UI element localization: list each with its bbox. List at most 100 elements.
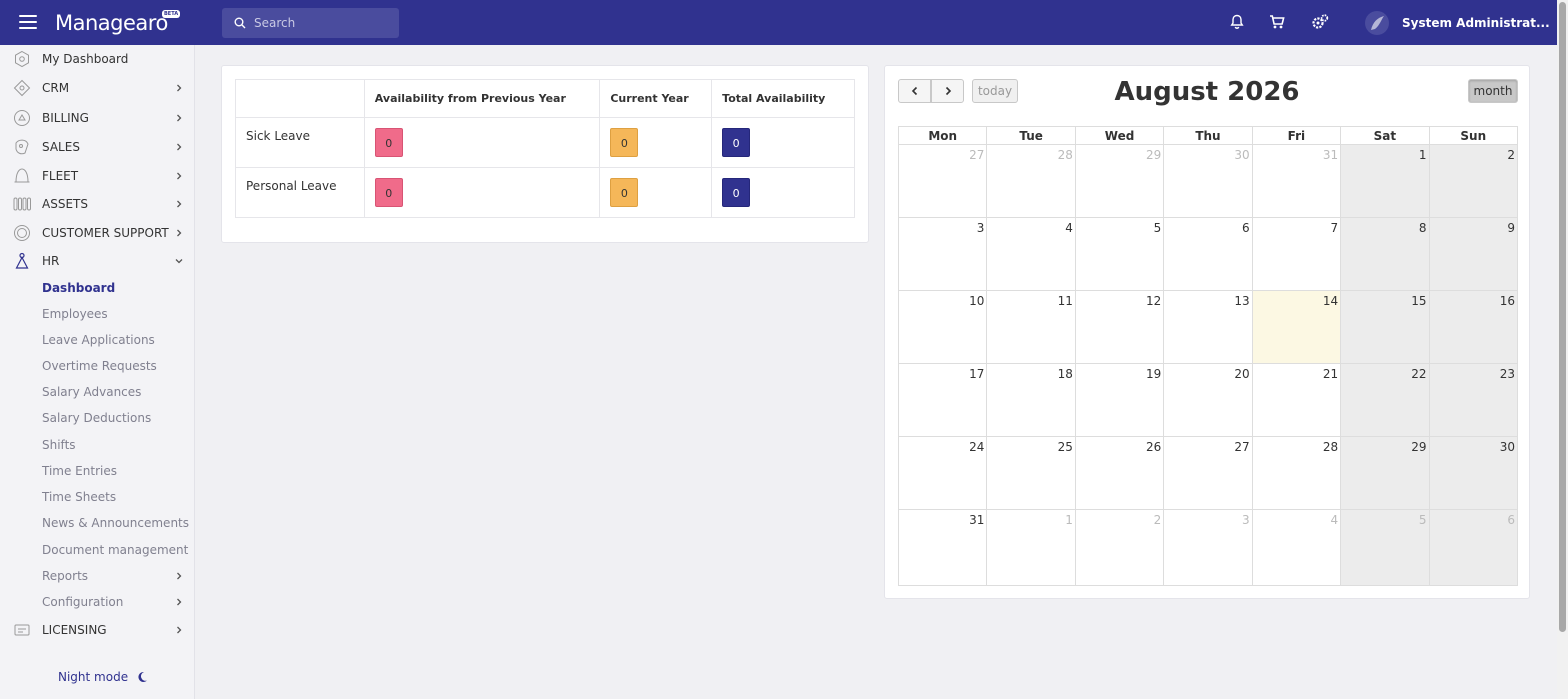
calendar-day-cell[interactable]: 1 <box>986 509 1076 586</box>
calendar-day-cell[interactable]: 28 <box>986 144 1076 218</box>
calendar-day-cell[interactable]: 21 <box>1251 363 1342 437</box>
calendar-day-cell[interactable]: 6 <box>1428 509 1519 586</box>
sidebar-subitem-time-entries[interactable]: Time Entries <box>0 458 195 484</box>
calendar-day-cell[interactable]: 17 <box>897 363 988 437</box>
prev-month-button[interactable] <box>898 79 931 103</box>
sidebar-subitem-news-announcements[interactable]: News & Announcements <box>0 510 195 536</box>
calendar-day-cell[interactable]: 28 <box>1251 436 1342 510</box>
weekday-header-row: Mon Tue Wed Thu Fri Sat Sun <box>897 126 1519 145</box>
calendar-day-cell[interactable]: 8 <box>1340 217 1430 291</box>
calendar-day-cell[interactable]: 2 <box>1428 144 1519 218</box>
calendar-day-cell[interactable]: 18 <box>986 363 1076 437</box>
sidebar-item-crm[interactable]: CRM <box>0 75 195 101</box>
calendar-day-cell[interactable]: 5 <box>1340 509 1430 586</box>
sidebar-item-label: LICENSING <box>42 623 107 637</box>
calendar-day-cell[interactable]: 9 <box>1428 217 1519 291</box>
calendar-day-cell[interactable]: 27 <box>897 144 988 218</box>
leave-availability-table: Availability from Previous Year Current … <box>235 79 855 218</box>
calendar-day-cell[interactable]: 11 <box>986 290 1076 364</box>
username: System Administrat... <box>1402 16 1550 30</box>
calendar-day-cell[interactable]: 4 <box>986 217 1076 291</box>
table-cell: 0 <box>711 167 855 218</box>
scrollbar-thumb[interactable] <box>1559 2 1566 632</box>
sidebar-subitem-label: Leave Applications <box>42 333 155 347</box>
crm-icon <box>13 79 31 97</box>
settings-icon[interactable] <box>1311 13 1329 31</box>
calendar-day-cell[interactable]: 1 <box>1340 144 1430 218</box>
calendar-day-cell[interactable]: 3 <box>897 217 988 291</box>
calendar-day-cell[interactable]: 13 <box>1163 290 1253 364</box>
sidebar-subitem-configuration[interactable]: Configuration <box>0 589 195 615</box>
sidebar-subitem-employees[interactable]: Employees <box>0 301 195 327</box>
sidebar-item-billing[interactable]: BILLING <box>0 105 195 131</box>
calendar-day-cell[interactable]: 6 <box>1163 217 1253 291</box>
sidebar-subitem-salary-advances[interactable]: Salary Advances <box>0 379 195 405</box>
month-view-button[interactable]: month <box>1468 79 1518 103</box>
sidebar-item-hr[interactable]: HR <box>0 248 195 274</box>
hr-icon <box>15 252 29 269</box>
sidebar-subitem-document-management[interactable]: Document management <box>0 537 195 563</box>
calendar-day-cell[interactable]: 15 <box>1340 290 1430 364</box>
next-month-button[interactable] <box>931 79 964 103</box>
calendar-card: August 2026 today month Mon Tue Wed Thu … <box>884 65 1530 599</box>
user-menu[interactable]: System Administrat... <box>1364 8 1550 38</box>
search-input[interactable] <box>254 16 394 30</box>
calendar-day-cell[interactable]: 10 <box>897 290 988 364</box>
logo[interactable]: Managearo <box>55 9 168 37</box>
calendar-day-cell[interactable]: 7 <box>1251 217 1342 291</box>
calendar-day-cell[interactable]: 24 <box>897 436 988 510</box>
calendar-day-cell[interactable]: 30 <box>1428 436 1519 510</box>
sidebar-subitem-leave-applications[interactable]: Leave Applications <box>0 327 195 353</box>
menu-toggle-icon[interactable] <box>19 15 37 29</box>
chevron-left-icon <box>911 86 917 96</box>
sidebar-item-licensing[interactable]: LICENSING <box>0 617 195 643</box>
sidebar-item-sales[interactable]: SALES <box>0 134 195 160</box>
calendar-week-row: 17 18 19 20 21 22 23 <box>897 363 1519 437</box>
calendar-day-cell[interactable]: 5 <box>1074 217 1165 291</box>
calendar-week-row: 27 28 29 30 31 1 2 <box>897 144 1519 218</box>
calendar-day-cell-today[interactable]: 14 <box>1251 290 1342 364</box>
sidebar-subitem-reports[interactable]: Reports <box>0 563 195 589</box>
calendar-day-cell[interactable]: 25 <box>986 436 1076 510</box>
sidebar-subitem-dashboard[interactable]: Dashboard <box>0 275 195 301</box>
beta-badge: BETA <box>162 10 181 18</box>
page-scrollbar[interactable] <box>1557 0 1568 699</box>
sidebar-subitem-label: Employees <box>42 307 108 321</box>
table-row: Personal Leave 0 0 0 <box>235 167 855 218</box>
calendar-day-cell[interactable]: 27 <box>1163 436 1253 510</box>
sidebar-item-my-dashboard[interactable]: My Dashboard <box>0 46 195 72</box>
sidebar-item-customer-support[interactable]: CUSTOMER SUPPORT <box>0 220 195 246</box>
calendar-day-cell[interactable]: 29 <box>1074 144 1165 218</box>
moon-icon <box>138 671 148 682</box>
sidebar-subitem-label: Configuration <box>42 595 124 609</box>
sidebar-subitem-shifts[interactable]: Shifts <box>0 432 195 458</box>
night-mode-toggle[interactable]: Night mode <box>58 670 148 684</box>
calendar-day-cell[interactable]: 20 <box>1163 363 1253 437</box>
cart-icon[interactable] <box>1268 13 1286 31</box>
calendar-day-cell[interactable]: 23 <box>1428 363 1519 437</box>
calendar-day-cell[interactable]: 12 <box>1074 290 1165 364</box>
sidebar-subitem-label: News & Announcements <box>42 516 189 530</box>
calendar-day-cell[interactable]: 22 <box>1340 363 1430 437</box>
chevron-right-icon <box>177 200 182 208</box>
calendar-day-cell[interactable]: 30 <box>1163 144 1253 218</box>
sidebar-subitem-time-sheets[interactable]: Time Sheets <box>0 484 195 510</box>
today-button[interactable]: today <box>972 79 1018 103</box>
calendar-day-cell[interactable]: 29 <box>1340 436 1430 510</box>
calendar-day-cell[interactable]: 3 <box>1163 509 1253 586</box>
calendar-day-cell[interactable]: 16 <box>1428 290 1519 364</box>
leave-type: Sick Leave <box>235 117 365 168</box>
calendar-day-cell[interactable]: 31 <box>1251 144 1342 218</box>
sidebar-subitem-overtime-requests[interactable]: Overtime Requests <box>0 353 195 379</box>
calendar-day-cell[interactable]: 26 <box>1074 436 1165 510</box>
sidebar-item-assets[interactable]: ASSETS <box>0 191 195 217</box>
calendar-day-cell[interactable]: 31 <box>897 509 988 586</box>
calendar-day-cell[interactable]: 19 <box>1074 363 1165 437</box>
search-box[interactable] <box>222 8 399 38</box>
sidebar-subitem-label: Reports <box>42 569 89 583</box>
bell-icon[interactable] <box>1228 13 1246 31</box>
sidebar-subitem-salary-deductions[interactable]: Salary Deductions <box>0 405 195 431</box>
calendar-day-cell[interactable]: 2 <box>1074 509 1165 586</box>
calendar-day-cell[interactable]: 4 <box>1251 509 1342 586</box>
sidebar-item-fleet[interactable]: FLEET <box>0 163 195 189</box>
